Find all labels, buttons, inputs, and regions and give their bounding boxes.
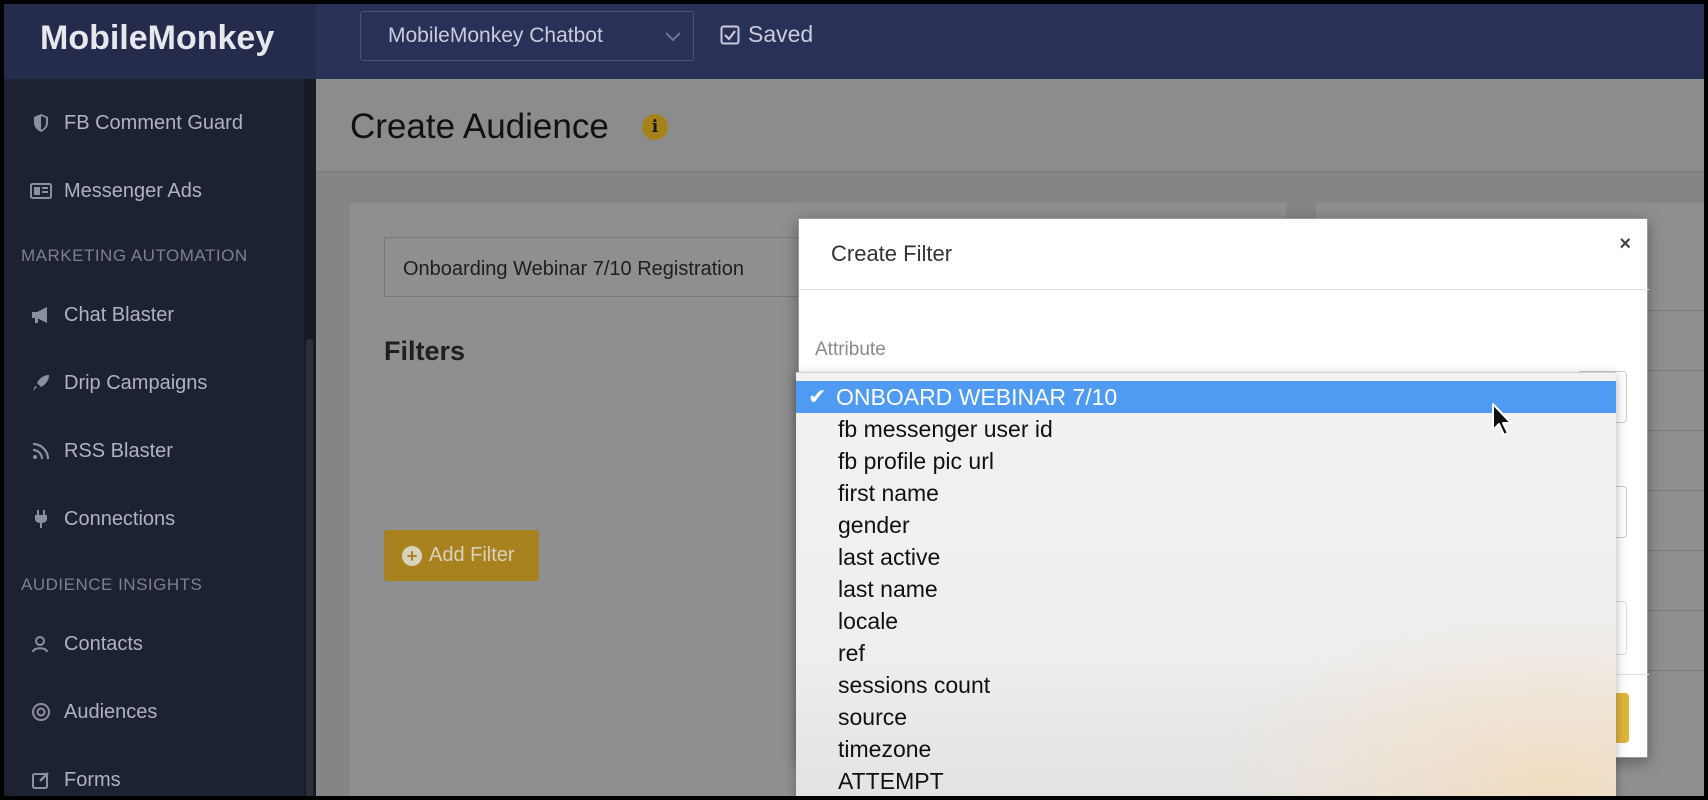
sidebar-item-rss-blaster[interactable]: RSS Blaster [30, 431, 173, 471]
chatbot-select-label: MobileMonkey Chatbot [388, 24, 603, 47]
checkmark-icon: ✔ [808, 384, 827, 409]
sidebar: FB Comment Guard Messenger Ads MARKETING… [4, 79, 316, 796]
sidebar-item-messenger-ads[interactable]: Messenger Ads [30, 171, 202, 211]
dropdown-option[interactable]: gender [796, 509, 1616, 541]
target-icon [30, 701, 52, 723]
add-filter-button[interactable]: + Add Filter [384, 530, 539, 581]
chatbot-select[interactable]: MobileMonkey Chatbot [360, 11, 694, 61]
scrollbar-thumb[interactable] [306, 339, 313, 796]
add-filter-label: Add Filter [429, 544, 515, 566]
sidebar-item-label: Contacts [64, 632, 143, 655]
sidebar-item-label: Messenger Ads [64, 179, 202, 202]
sidebar-item-contacts[interactable]: Contacts [30, 624, 143, 664]
modal-title: Create Filter [831, 241, 953, 266]
sidebar-item-label: Forms [64, 768, 121, 791]
sidebar-item-fb-comment-guard[interactable]: FB Comment Guard [30, 103, 243, 143]
sidebar-item-label: Audiences [64, 700, 158, 723]
sidebar-item-audiences[interactable]: Audiences [30, 692, 157, 732]
page-title: Create Audience [350, 107, 609, 146]
ad-icon [30, 180, 52, 202]
sidebar-item-chat-blaster[interactable]: Chat Blaster [30, 295, 174, 335]
sidebar-item-label: Drip Campaigns [64, 371, 208, 394]
dropdown-option[interactable]: timezone [796, 733, 1616, 765]
sidebar-item-label: Connections [64, 507, 176, 530]
dropdown-option[interactable]: source [796, 701, 1616, 733]
page-header: Create Audience i [316, 79, 1704, 172]
modal-divider [799, 289, 1649, 290]
plus-circle-icon: + [402, 545, 422, 566]
sidebar-item-drip-campaigns[interactable]: Drip Campaigns [30, 363, 207, 403]
dropdown-option[interactable]: fb profile pic url [796, 445, 1616, 477]
brand-logo[interactable]: MobileMonkey [4, 4, 316, 79]
rocket-icon [30, 372, 52, 394]
sidebar-item-label: Chat Blaster [64, 303, 175, 326]
sidebar-item-forms[interactable]: Forms [30, 760, 121, 796]
shield-icon [30, 112, 52, 134]
attribute-label: Attribute [815, 339, 886, 360]
top-bar: MobileMonkey MobileMonkey Chatbot Saved [4, 4, 1704, 79]
dropdown-option[interactable]: last name [796, 573, 1616, 605]
dropdown-option[interactable]: last active [796, 541, 1616, 573]
dropdown-option[interactable]: first name [796, 477, 1616, 509]
info-icon[interactable]: i [642, 114, 668, 140]
dropdown-option[interactable]: ATTEMPT [796, 765, 1616, 796]
sidebar-item-label: RSS Blaster [64, 439, 173, 462]
saved-status: Saved [720, 21, 813, 48]
sidebar-item-label: FB Comment Guard [64, 111, 243, 134]
option-label: ONBOARD WEBINAR 7/10 [836, 384, 1118, 410]
dropdown-option[interactable]: sessions count [796, 669, 1616, 701]
section-heading: MARKETING AUTOMATION [21, 246, 248, 265]
sidebar-item-connections[interactable]: Connections [30, 499, 175, 539]
close-icon[interactable]: × [1619, 233, 1631, 256]
section-heading: AUDIENCE INSIGHTS [21, 575, 203, 594]
dropdown-option[interactable]: ref [796, 637, 1616, 669]
dropdown-option[interactable]: locale [796, 605, 1616, 637]
checkbox-checked-icon [720, 25, 740, 44]
saved-label: Saved [748, 21, 814, 47]
plug-icon [30, 508, 52, 530]
sidebar-scrollbar[interactable] [304, 79, 316, 796]
chevron-down-icon [665, 32, 681, 42]
filters-heading: Filters [384, 336, 466, 366]
mouse-cursor-icon [1492, 403, 1512, 436]
audience-name-input[interactable]: Onboarding Webinar 7/10 Registration [384, 237, 804, 297]
app-window: MobileMonkey MobileMonkey Chatbot Saved … [4, 4, 1704, 796]
megaphone-icon [30, 304, 52, 326]
edit-icon [30, 769, 52, 791]
rss-icon [30, 440, 52, 462]
contacts-icon [30, 633, 52, 655]
